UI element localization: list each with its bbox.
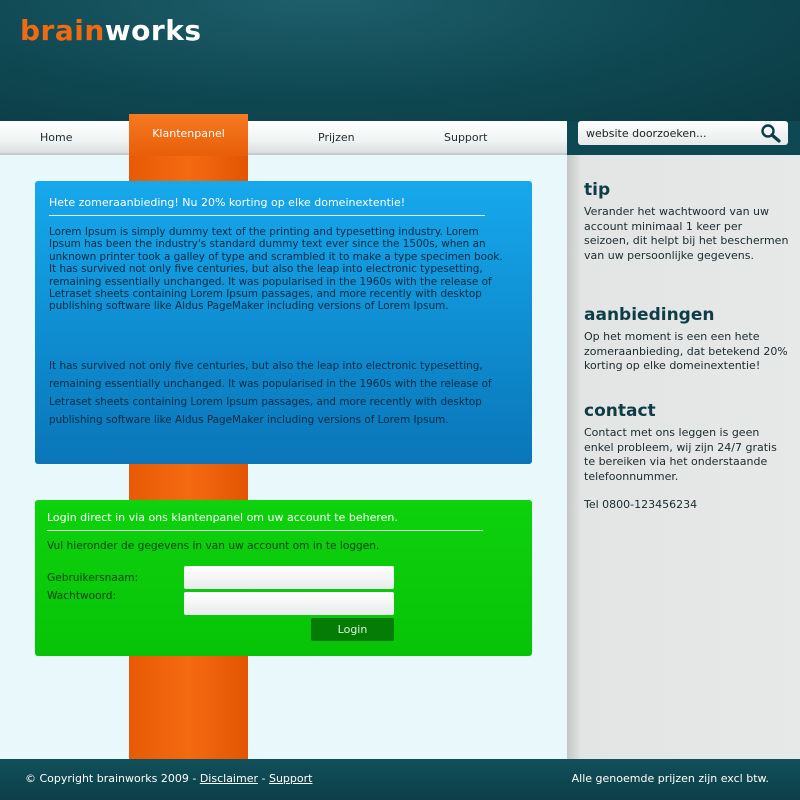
search-box [578,121,788,145]
brainworks-logo[interactable]: brainworks [20,14,201,47]
nav-item-prijzen[interactable]: Prijzen [318,131,355,144]
nav-item-klantenpanel[interactable]: Klantenpanel [129,114,248,156]
footer: © Copyright brainworks 2009 - Disclaimer… [0,759,800,800]
support-link[interactable]: Support [269,772,312,785]
password-label: Wachtwoord: [47,590,117,602]
offer-title: Hete zomeraanbieding! Nu 20% korting op … [49,196,485,216]
logo-brain: brain [20,14,105,47]
sidebar: tip Verander het wachtwoord van uw accou… [567,155,800,759]
contact-text: Contact met ons leggen is geen enkel pro… [584,426,790,513]
search-icon[interactable] [760,123,782,143]
tip-block: tip Verander het wachtwoord van uw accou… [584,180,790,263]
logo-works: works [104,14,202,47]
login-title: Login direct in via ons klantenpanel om … [47,511,483,531]
nav-item-home[interactable]: Home [40,131,72,144]
contact-phone: Tel 0800-123456234 [584,498,698,511]
header: brainworks [0,0,800,122]
nav-item-support[interactable]: Support [444,131,487,144]
prices-note: Alle genoemde prijzen zijn excl btw. [571,772,769,785]
offers-title: aanbiedingen [584,305,715,325]
contact-block: contact Contact met ons leggen is geen e… [584,401,790,513]
username-field[interactable] [184,566,394,589]
tip-title: tip [584,180,611,200]
footer-copyright: © Copyright brainworks 2009 - Disclaimer… [25,772,312,785]
tip-text: Verander het wachtwoord van uw account m… [584,205,789,262]
login-box: Login direct in via ons klantenpanel om … [35,500,532,656]
offers-text: Op het moment is een een hete zomeraanbi… [584,330,788,372]
contact-description: Contact met ons leggen is geen enkel pro… [584,426,777,483]
disclaimer-link[interactable]: Disclaimer [200,772,258,785]
username-label: Gebruikersnaam: [47,572,139,584]
search-input[interactable] [586,125,751,141]
login-button[interactable]: Login [311,618,394,641]
offer-box: Hete zomeraanbieding! Nu 20% korting op … [35,181,532,464]
footer-separator: - [258,772,269,785]
copyright-text: © Copyright brainworks 2009 - [25,772,200,785]
login-intro: Vul hieronder de gegevens in van uw acco… [47,540,380,552]
offer-paragraph-2: It has survived not only five centuries,… [49,360,492,426]
offers-block: aanbiedingen Op het moment is een een he… [584,305,790,374]
main-nav: Home Prijzen Support [0,121,567,155]
contact-title: contact [584,401,656,421]
password-field[interactable] [184,592,394,615]
offer-paragraph-1: Lorem Ipsum is simply dummy text of the … [49,226,503,313]
